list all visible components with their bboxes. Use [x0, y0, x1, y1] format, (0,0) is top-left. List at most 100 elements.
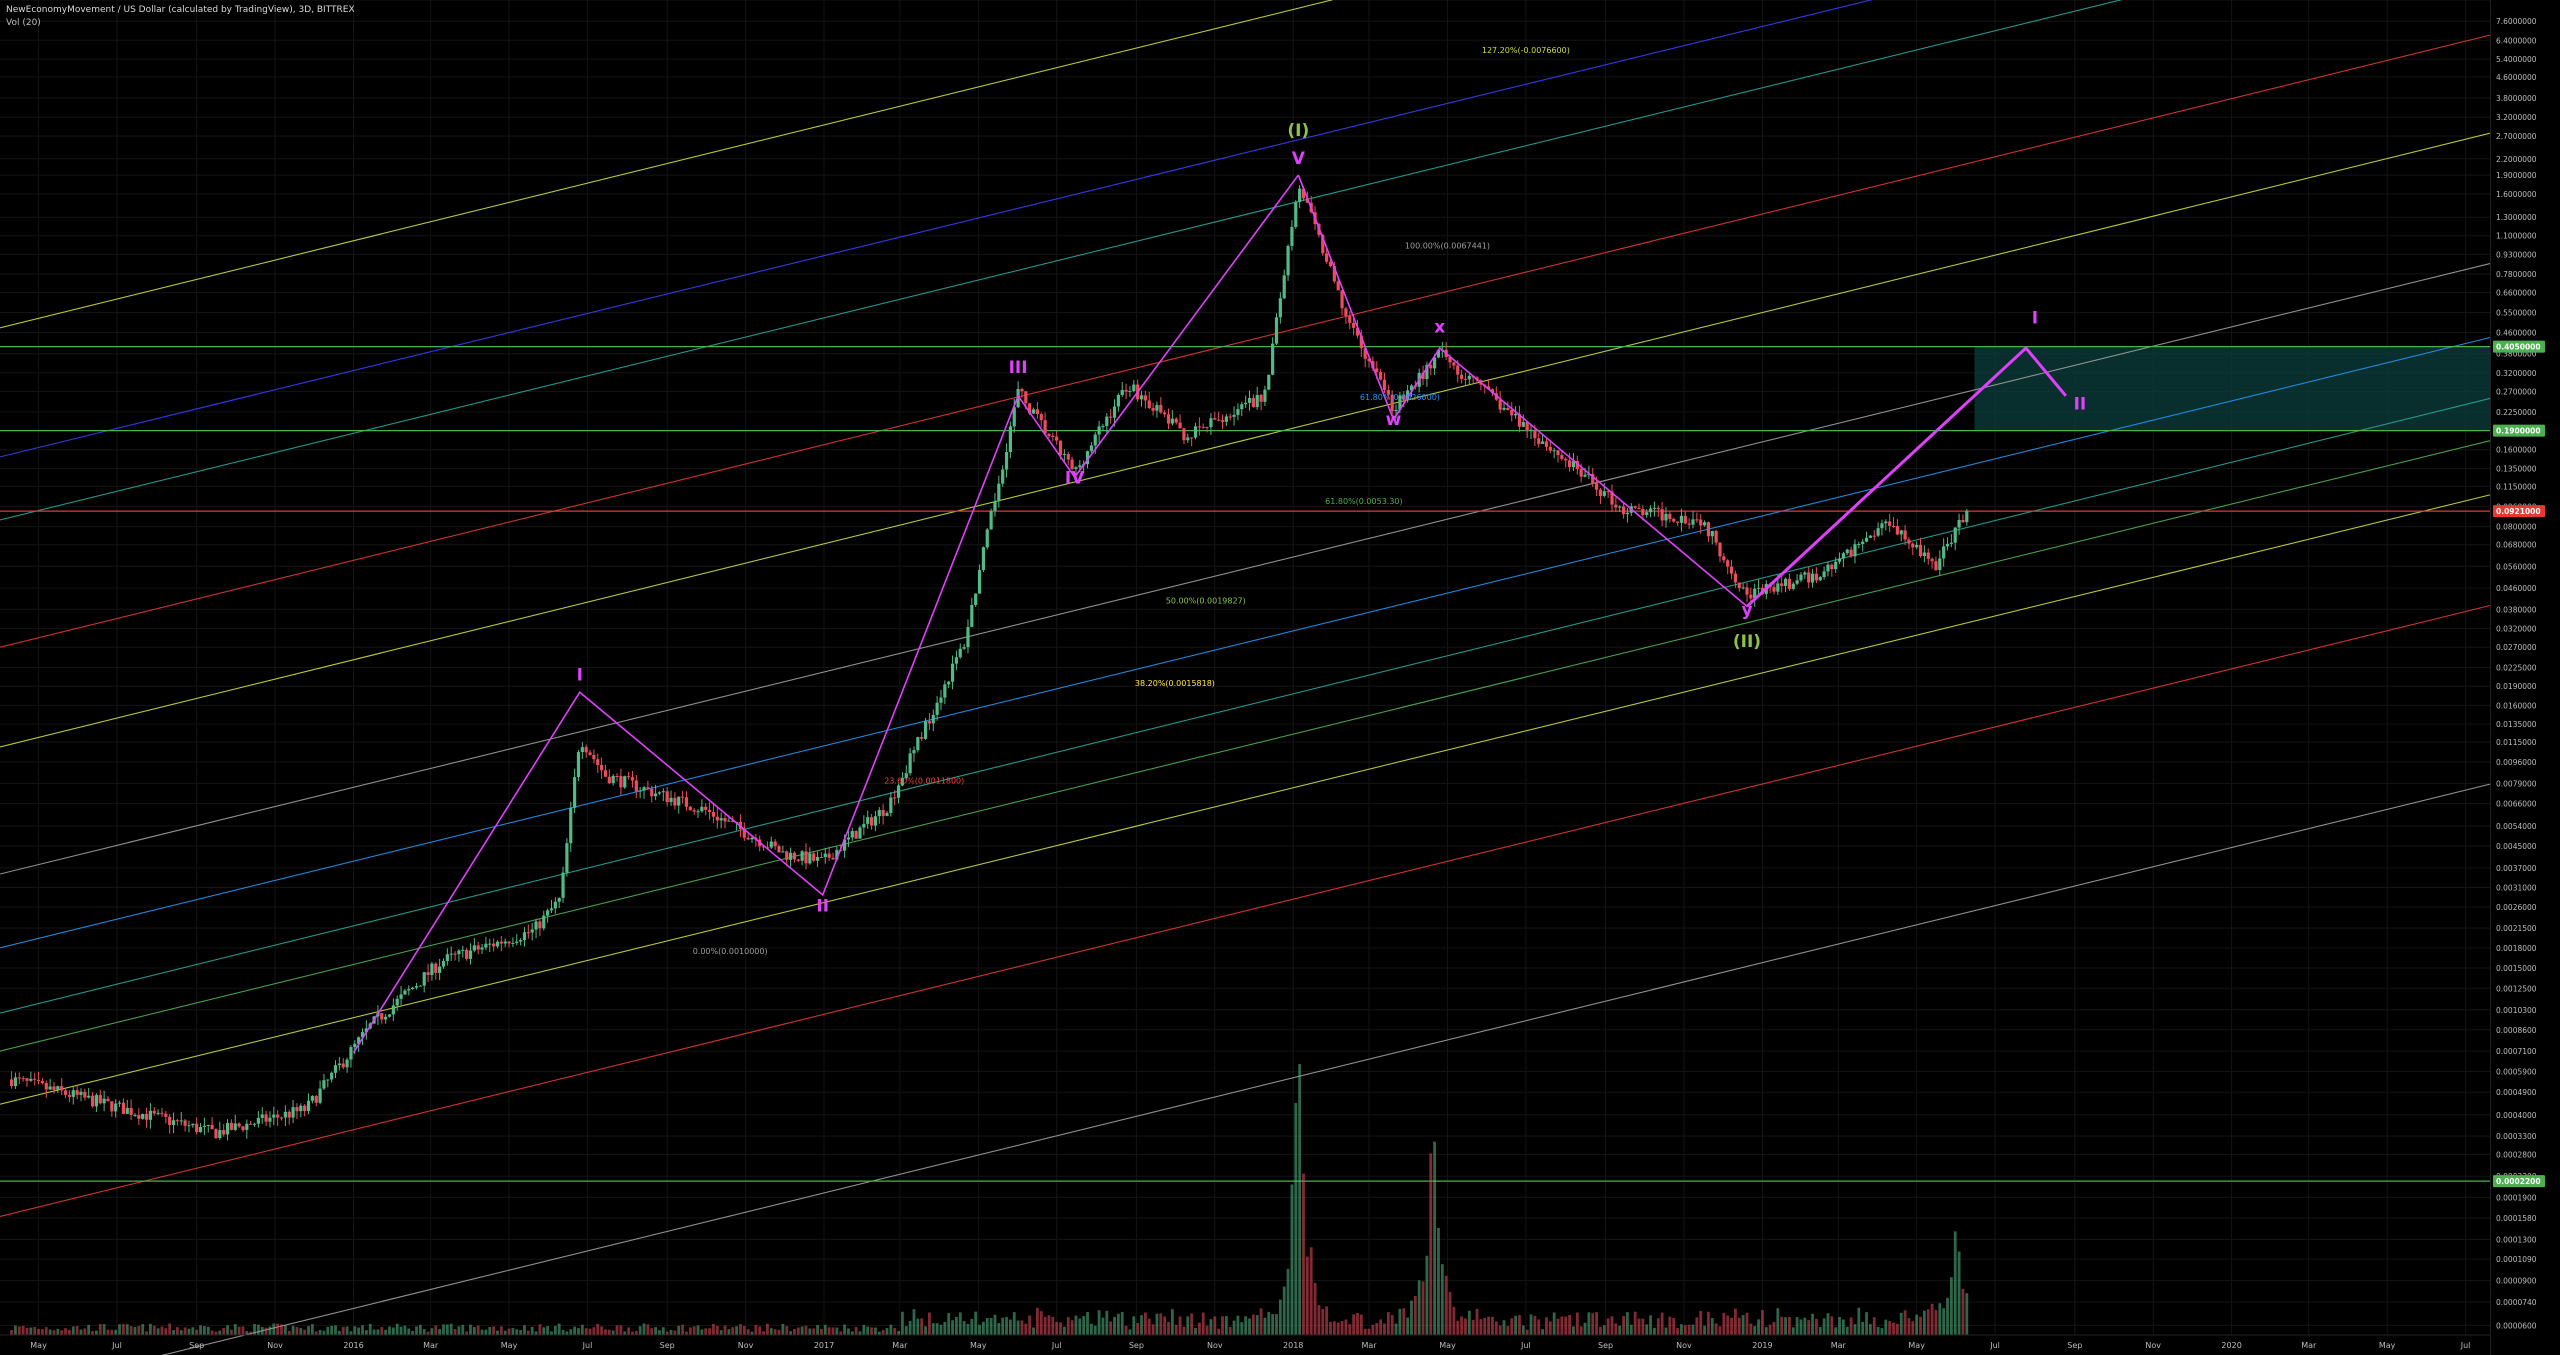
candle-body — [125, 1108, 129, 1114]
candle-body — [1197, 426, 1201, 428]
volume-bar — [1676, 1328, 1679, 1335]
wave-labels: IIIIIIIV(I)Vxwy(II)III — [577, 121, 2087, 916]
volume-bar — [469, 1324, 472, 1335]
volume-bar — [1093, 1325, 1097, 1335]
candle-body — [1513, 414, 1518, 416]
symbol-title[interactable]: NewEconomyMovement / US Dollar (calculat… — [6, 4, 355, 17]
candle-body — [569, 807, 573, 844]
candle-body — [1598, 489, 1603, 496]
volume-bar — [1244, 1316, 1248, 1335]
volume-bar — [1803, 1317, 1807, 1335]
candle-body — [1251, 397, 1255, 407]
candle-body — [1463, 378, 1468, 380]
candle-body — [657, 792, 662, 794]
candle-body — [426, 972, 430, 975]
candle-body — [218, 1130, 222, 1139]
volume-bar — [1043, 1316, 1047, 1335]
candle-body — [1244, 402, 1248, 405]
candle-body — [121, 1102, 126, 1114]
x-tick-label: 2017 — [814, 1341, 834, 1350]
candle-body — [25, 1078, 29, 1081]
volume-bar — [98, 1324, 102, 1335]
candle-body — [1803, 572, 1807, 575]
candle-body — [1047, 433, 1051, 436]
candle-body — [970, 604, 974, 628]
candlestick-chart[interactable]: IIIIIIIV(I)Vxwy(II)III 127.20%(-0.007660… — [0, 0, 2560, 1355]
volume-bar — [1197, 1322, 1201, 1335]
volume-bar — [1070, 1320, 1074, 1335]
candle-body — [893, 797, 897, 799]
volume-bar — [847, 1328, 850, 1335]
volume-bar — [920, 1318, 924, 1335]
candle-body — [1097, 426, 1101, 435]
volume-bar — [380, 1327, 384, 1335]
candle-body — [1548, 446, 1552, 451]
candle-body — [484, 943, 488, 948]
time-axis[interactable]: May Jul Sep Nov 2016 Mar May Jul Sep Nov 2017 Mar Ma… — [0, 1334, 2490, 1350]
volume-bar — [95, 1330, 98, 1335]
candle-body — [1502, 407, 1506, 410]
candle-body — [110, 1101, 114, 1112]
candle-body — [619, 776, 623, 788]
volume-bar — [1186, 1316, 1190, 1335]
candle-body — [627, 776, 631, 778]
volume-bar — [1433, 1141, 1437, 1335]
volume-bar — [276, 1323, 280, 1335]
volume-bar — [1568, 1314, 1571, 1335]
y-tick-label: 0.0270000 — [2496, 643, 2537, 652]
volume-bar — [835, 1327, 839, 1335]
volume-bar — [1032, 1327, 1035, 1335]
volume-bar — [415, 1326, 418, 1335]
x-tick-label: Sep — [1598, 1341, 1613, 1350]
candle-body — [1648, 508, 1653, 513]
candle-body — [445, 954, 449, 962]
fib-label-6: 23.60%(0.0011800) — [884, 777, 964, 786]
volume-indicator-label[interactable]: Vol (20) — [6, 17, 355, 30]
volume-bar — [218, 1330, 222, 1335]
volume-bar — [866, 1326, 870, 1335]
x-tick-label: Nov — [1676, 1341, 1692, 1350]
volume-bar — [696, 1325, 700, 1335]
price-axis[interactable]: 7.6000000 6.4000000 5.4000000 4.6000000 3.80… — [2493, 17, 2545, 1330]
candle-body — [1594, 483, 1599, 490]
y-tick-label: 0.0010300 — [2496, 1006, 2537, 1015]
candle-body — [17, 1077, 21, 1079]
volume-bar — [530, 1326, 534, 1335]
volume-bar — [1726, 1315, 1730, 1335]
volume-bar — [1267, 1311, 1271, 1335]
candle-body — [1810, 573, 1815, 583]
candle-body — [1888, 521, 1892, 526]
volume-bar — [989, 1317, 993, 1335]
candle-body — [634, 780, 638, 792]
volume-bar — [1498, 1325, 1502, 1335]
volume-bar — [1406, 1317, 1410, 1335]
volume-bar — [997, 1323, 1001, 1335]
volume-bar — [1961, 1288, 1965, 1335]
volume-bar — [1120, 1311, 1124, 1335]
candle-body — [1583, 474, 1587, 477]
candle-body — [557, 897, 561, 902]
volume-bar — [1240, 1322, 1244, 1335]
candle-body — [48, 1086, 52, 1090]
volume-bar — [426, 1331, 430, 1335]
candle-body — [846, 837, 851, 840]
candle-body — [1058, 440, 1063, 455]
volume-bar — [1845, 1326, 1849, 1335]
volume-bar — [839, 1331, 843, 1335]
candle-body — [808, 853, 812, 864]
candle-body — [974, 593, 978, 605]
volume-bar — [1410, 1300, 1413, 1335]
volume-bar — [403, 1325, 407, 1335]
volume-bar — [472, 1327, 476, 1335]
volume-bar — [723, 1325, 727, 1335]
candle-body — [476, 945, 480, 950]
volume-bar — [1946, 1297, 1949, 1335]
x-tick-label: Jul — [1520, 1341, 1531, 1350]
volume-bar — [1734, 1308, 1737, 1335]
chart-area[interactable]: NewEconomyMovement / US Dollar (calculat… — [0, 0, 2560, 1355]
volume-bar — [1741, 1315, 1745, 1335]
volume-bar — [1599, 1326, 1602, 1335]
y-tick-label: 0.0460000 — [2496, 584, 2537, 593]
candle-body — [287, 1111, 291, 1118]
candle-body — [1109, 416, 1113, 418]
